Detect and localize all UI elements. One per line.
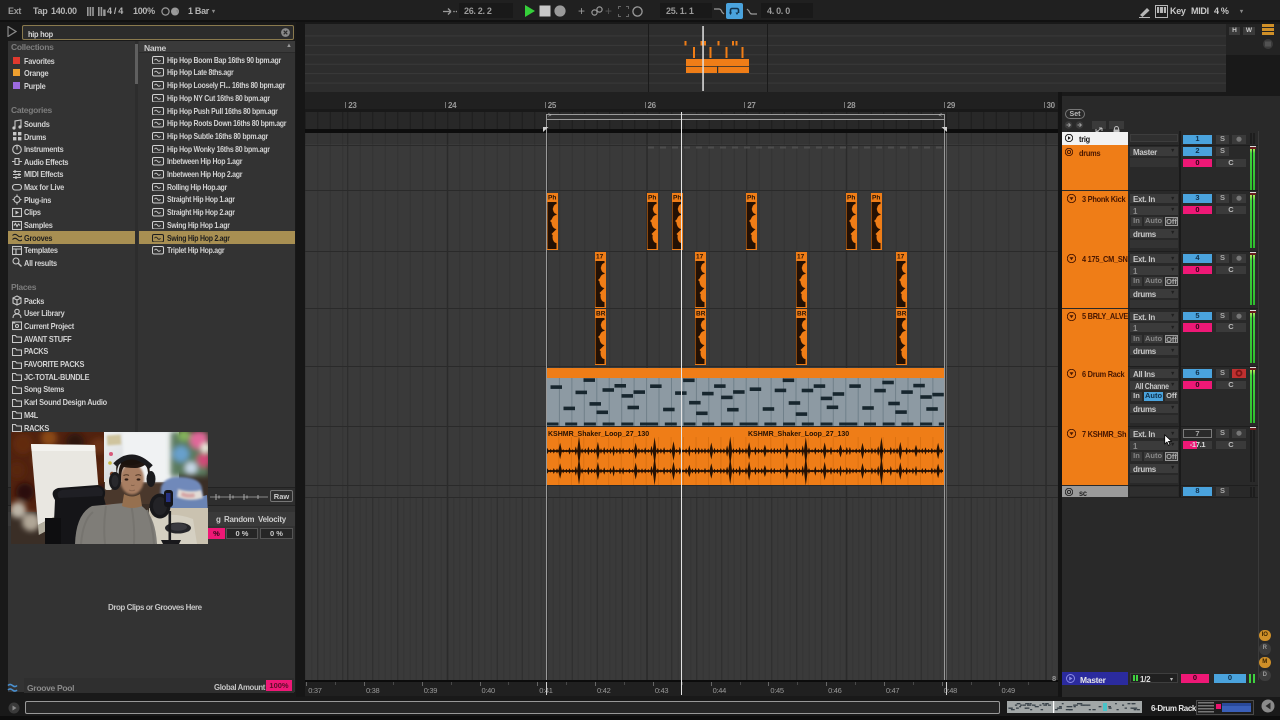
svg-text:17: 17: [696, 253, 704, 260]
svg-text:KSHMR_Shaker_Loop_27_130: KSHMR_Shaker_Loop_27_130: [748, 431, 849, 438]
svg-text:Ph: Ph: [847, 194, 855, 201]
svg-text:Ph: Ph: [872, 194, 880, 201]
svg-text:Ph: Ph: [648, 194, 656, 201]
svg-text:17: 17: [596, 253, 604, 260]
svg-text:KSHMR_Shaker_Loop_27_130: KSHMR_Shaker_Loop_27_130: [548, 431, 649, 438]
svg-text:BR: BR: [897, 311, 907, 318]
svg-text:17: 17: [897, 253, 905, 260]
svg-text:BR: BR: [696, 311, 706, 318]
svg-text:BR: BR: [596, 311, 606, 318]
svg-text:17: 17: [797, 253, 805, 260]
svg-text:Ph: Ph: [548, 194, 556, 201]
svg-text:Ph: Ph: [747, 194, 755, 201]
svg-text:BR: BR: [797, 311, 807, 318]
